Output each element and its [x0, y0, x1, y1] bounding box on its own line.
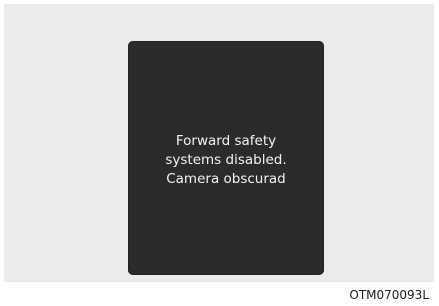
warning-message-line-2: systems disabled.: [165, 152, 287, 168]
cluster-display-panel: Forward safety systems disabled. Camera …: [128, 41, 324, 275]
figure-code: OTM070093L: [349, 288, 429, 302]
warning-message-line-1: Forward safety: [175, 133, 277, 149]
warning-message: Forward safety systems disabled. Camera …: [141, 132, 311, 189]
warning-message-line-3: Camera obscurad: [166, 171, 286, 187]
illustration-frame: Forward safety systems disabled. Camera …: [4, 4, 434, 282]
